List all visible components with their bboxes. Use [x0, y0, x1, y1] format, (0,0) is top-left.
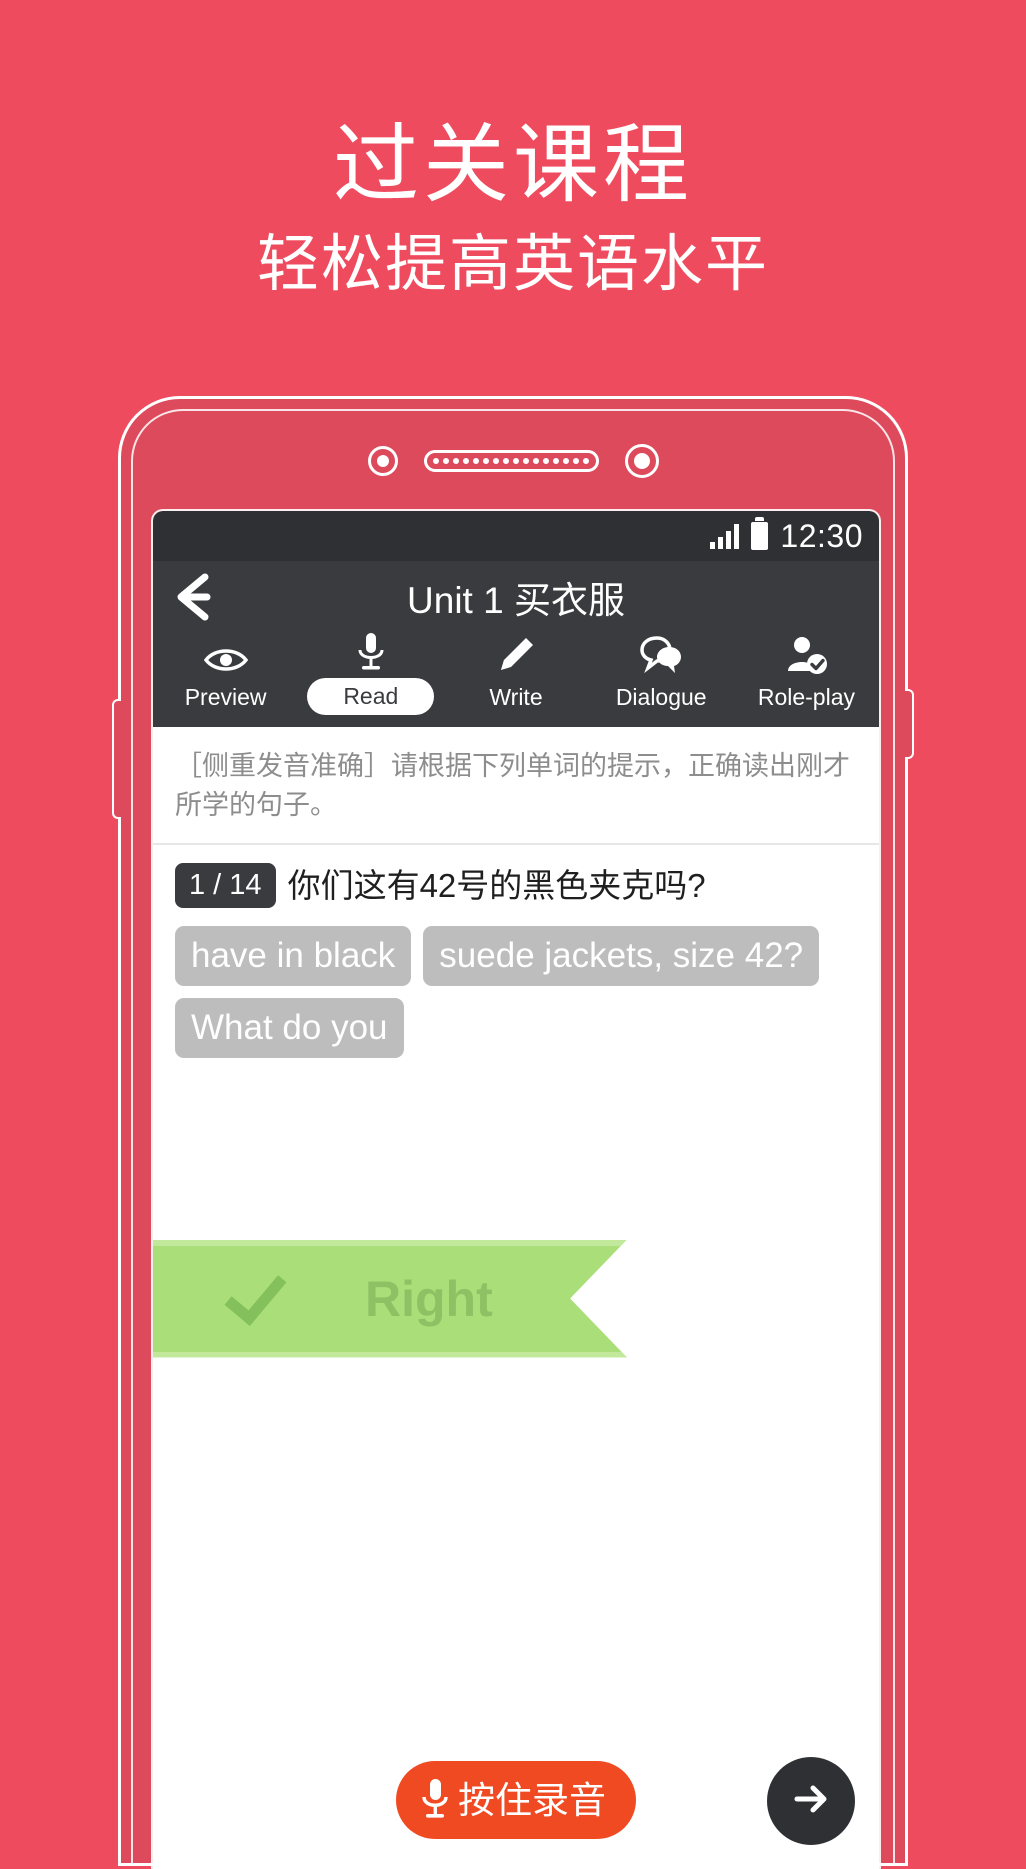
tab-preview-label: Preview [184, 684, 267, 710]
battery-full-icon [751, 517, 769, 550]
question-prompt: 你们这有42号的黑色夹克吗? [287, 866, 706, 904]
pencil-icon [496, 635, 536, 675]
tab-dialogue-label: Dialogue [615, 684, 707, 710]
promo-title: 过关课程 [333, 117, 693, 213]
person-check-icon [784, 635, 828, 675]
check-icon [223, 1275, 287, 1323]
phone-power-button [905, 689, 914, 759]
next-button[interactable] [767, 1757, 855, 1845]
tab-dialogue[interactable]: Dialogue [589, 635, 734, 715]
phone-screen: 12:30 Unit 1 买衣服 Preview Read Write Dial… [153, 511, 879, 1869]
arrow-right-icon [785, 1773, 837, 1830]
phone-mockup: 12:30 Unit 1 买衣服 Preview Read Write Dial… [112, 396, 914, 1869]
signal-bars-icon [710, 523, 740, 549]
tab-read-label: Read [307, 678, 435, 715]
tab-bar: Preview Read Write Dialogue Role-play [153, 633, 879, 727]
phone-volume-button [112, 699, 121, 819]
bottom-action-bar: 按住录音 [153, 1709, 879, 1869]
promo-header: 过关课程 轻松提高英语水平 [0, 0, 1026, 299]
word-chip-list: have in black suede jackets, size 42? Wh… [153, 918, 879, 1058]
tab-read[interactable]: Read [298, 633, 443, 715]
front-camera-icon [624, 444, 659, 478]
microphone-icon [418, 1774, 452, 1827]
result-banner-wrap: Right [153, 1239, 879, 1358]
speech-bubbles-icon [639, 635, 683, 675]
instruction-text: ［侧重发音准确］请根据下列单词的提示，正确读出刚才所学的句子。 [153, 727, 879, 846]
word-chip[interactable]: suede jackets, size 42? [423, 925, 820, 986]
page-title: Unit 1 买衣服 [407, 580, 625, 621]
record-button-label: 按住录音 [458, 1779, 606, 1821]
tab-write-label: Write [489, 684, 543, 710]
record-button[interactable]: 按住录音 [396, 1761, 636, 1839]
phone-bezel-hardware [121, 441, 905, 481]
eye-icon [203, 635, 248, 675]
question-counter-badge: 1 / 14 [175, 863, 276, 908]
result-label: Right [365, 1270, 493, 1327]
earpiece-speaker-icon [423, 450, 599, 472]
tab-roleplay-label: Role-play [757, 684, 855, 710]
question-row: 1 / 14 你们这有42号的黑色夹克吗? [153, 845, 879, 917]
back-arrow-icon[interactable] [167, 569, 229, 625]
microphone-icon [354, 633, 388, 673]
promo-subtitle: 轻松提高英语水平 [256, 229, 769, 299]
result-banner: Right [153, 1239, 627, 1358]
tab-preview[interactable]: Preview [153, 635, 298, 715]
status-bar-clock: 12:30 [780, 518, 863, 554]
app-bar: Unit 1 买衣服 [153, 561, 879, 633]
word-chip[interactable]: What do you [175, 997, 404, 1058]
word-chip[interactable]: have in black [175, 925, 412, 986]
tab-roleplay[interactable]: Role-play [734, 635, 879, 715]
status-bar: 12:30 [153, 511, 879, 561]
tab-write[interactable]: Write [443, 635, 588, 715]
proximity-sensor-icon [367, 446, 398, 476]
